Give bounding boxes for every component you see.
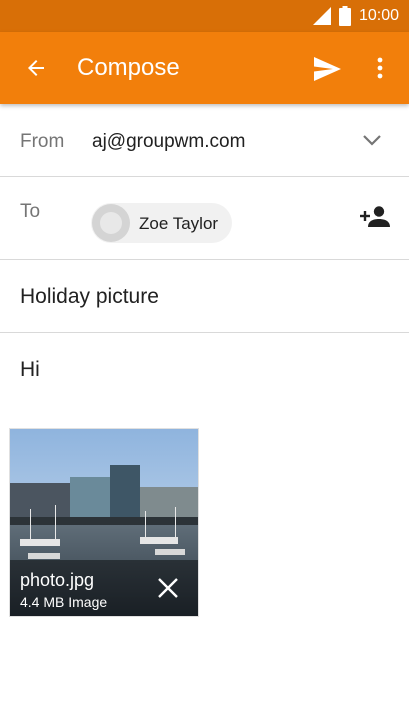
- attachment-meta: 4.4 MB Image: [20, 594, 108, 610]
- from-label: From: [20, 131, 65, 152]
- status-time: 10:00: [358, 7, 399, 24]
- status-bar: 10:00: [0, 0, 409, 32]
- attachment-filename: photo.jpg: [20, 570, 95, 590]
- add-person-icon[interactable]: [360, 205, 390, 229]
- page-title: Compose: [77, 54, 180, 81]
- to-label: To: [20, 201, 41, 222]
- arrow-back-icon[interactable]: [24, 56, 48, 80]
- subject-field[interactable]: Holiday picture: [20, 285, 159, 309]
- person-icon: [100, 212, 122, 234]
- avatar: [92, 204, 130, 242]
- from-row[interactable]: From aj@groupwm.com: [0, 104, 409, 177]
- chevron-down-icon[interactable]: [362, 134, 382, 146]
- from-account[interactable]: aj@groupwm.com: [92, 131, 245, 153]
- more-vert-icon[interactable]: [374, 56, 386, 80]
- app-bar: Compose: [0, 32, 409, 104]
- signal-icon: [312, 7, 331, 25]
- send-icon[interactable]: [313, 57, 341, 81]
- message-body[interactable]: Hi: [20, 358, 40, 382]
- attachment-card[interactable]: photo.jpg 4.4 MB Image: [9, 428, 199, 617]
- subject-row[interactable]: Holiday picture: [0, 260, 409, 333]
- to-row: To Zoe Taylor: [0, 177, 409, 260]
- attachment-info-overlay: photo.jpg 4.4 MB Image: [10, 560, 198, 616]
- close-icon[interactable]: [156, 576, 180, 600]
- recipient-name: Zoe Taylor: [139, 214, 219, 233]
- battery-icon: [338, 6, 351, 26]
- recipient-chip[interactable]: Zoe Taylor: [91, 203, 232, 243]
